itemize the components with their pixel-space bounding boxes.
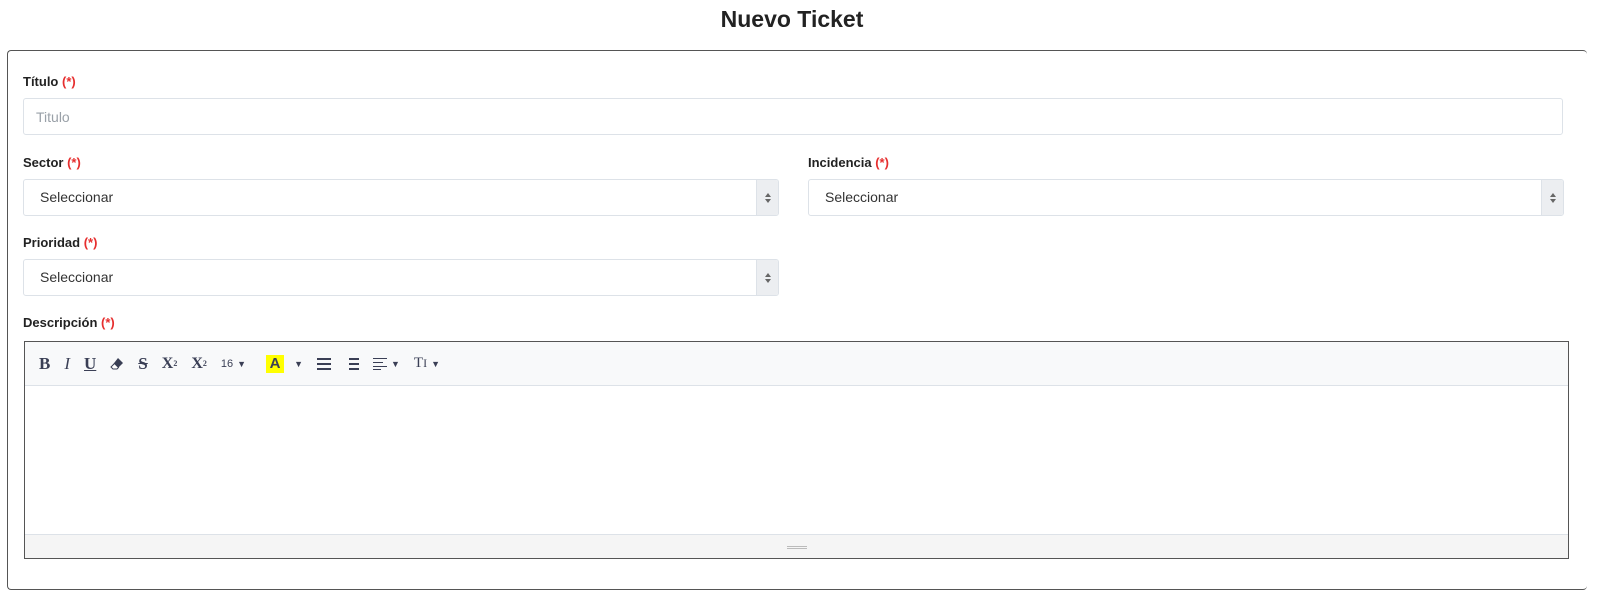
caret-down-icon: ▼ bbox=[294, 358, 303, 369]
prioridad-label: Prioridad (*) bbox=[23, 235, 97, 251]
superscript-label: X bbox=[161, 354, 174, 372]
prioridad-label-text: Prioridad bbox=[23, 235, 81, 250]
bold-button[interactable]: B bbox=[39, 352, 50, 376]
incidencia-select[interactable]: Seleccionar bbox=[808, 179, 1564, 216]
superscript-button[interactable]: X2 bbox=[162, 352, 178, 376]
titulo-label-text: Título bbox=[23, 74, 59, 89]
highlight-color-button[interactable]: A ▼ bbox=[266, 352, 303, 376]
sector-selected-value: Seleccionar bbox=[40, 189, 114, 205]
required-marker: (*) bbox=[83, 235, 98, 250]
text-style-icon: T bbox=[413, 355, 424, 371]
underline-button[interactable]: U bbox=[84, 352, 96, 376]
align-left-icon bbox=[372, 357, 387, 370]
italic-button[interactable]: I bbox=[64, 352, 70, 376]
incidencia-selected-value: Seleccionar bbox=[825, 189, 899, 205]
required-marker: (*) bbox=[875, 155, 889, 170]
cursor-glyph: I bbox=[423, 356, 428, 370]
subscript-label: X bbox=[191, 354, 203, 372]
font-size-value: 16 bbox=[220, 357, 234, 370]
superscript-mark: 2 bbox=[173, 359, 178, 368]
eraser-icon bbox=[110, 357, 124, 369]
strikethrough-button[interactable]: S bbox=[138, 352, 147, 376]
titulo-input[interactable] bbox=[23, 98, 1563, 135]
required-marker: (*) bbox=[101, 315, 115, 330]
text-style-dropdown[interactable]: TI ▼ bbox=[414, 352, 440, 376]
sector-label-text: Sector bbox=[23, 155, 64, 170]
incidencia-label-text: Incidencia bbox=[808, 155, 872, 170]
descripcion-label-text: Descripción bbox=[23, 315, 98, 330]
incidencia-label: Incidencia (*) bbox=[808, 155, 889, 171]
subscript-button[interactable]: X2 bbox=[191, 352, 207, 376]
ordered-list-button[interactable] bbox=[345, 352, 359, 376]
align-dropdown[interactable]: ▼ bbox=[372, 352, 400, 376]
select-arrows-icon bbox=[756, 180, 778, 215]
caret-down-icon: ▼ bbox=[431, 358, 440, 369]
caret-down-icon: ▼ bbox=[237, 358, 247, 369]
font-size-dropdown[interactable]: 16 ▼ bbox=[221, 352, 246, 376]
resize-grip-icon bbox=[786, 546, 807, 549]
titulo-label: Título (*) bbox=[23, 74, 76, 90]
editor-toolbar: B I U S X2 X2 16 ▼ A ▼ ▼ T I ▼ bbox=[25, 342, 1568, 386]
required-marker: (*) bbox=[67, 155, 81, 170]
page-title: Nuevo Ticket bbox=[720, 6, 864, 32]
sector-select[interactable]: Seleccionar bbox=[23, 179, 779, 216]
unordered-list-icon bbox=[316, 357, 331, 370]
subscript-mark: 2 bbox=[202, 359, 207, 368]
prioridad-select[interactable]: Seleccionar bbox=[23, 259, 779, 296]
required-marker: (*) bbox=[62, 74, 76, 89]
unordered-list-button[interactable] bbox=[316, 352, 331, 376]
descripcion-label: Descripción (*) bbox=[23, 315, 115, 331]
ordered-list-icon bbox=[345, 357, 359, 370]
highlight-icon: A bbox=[266, 354, 285, 373]
caret-down-icon: ▼ bbox=[390, 358, 400, 369]
eraser-button[interactable] bbox=[110, 352, 124, 376]
editor-content-area[interactable] bbox=[25, 386, 1568, 534]
rich-text-editor: B I U S X2 X2 16 ▼ A ▼ ▼ T I ▼ bbox=[24, 341, 1569, 559]
select-arrows-icon bbox=[756, 260, 778, 295]
editor-resize-bar[interactable] bbox=[25, 534, 1568, 558]
select-arrows-icon bbox=[1541, 180, 1563, 215]
sector-label: Sector (*) bbox=[23, 155, 81, 171]
prioridad-selected-value: Seleccionar bbox=[40, 269, 114, 285]
ticket-form-card: Título (*) Sector (*) Seleccionar Incide… bbox=[7, 50, 1587, 590]
